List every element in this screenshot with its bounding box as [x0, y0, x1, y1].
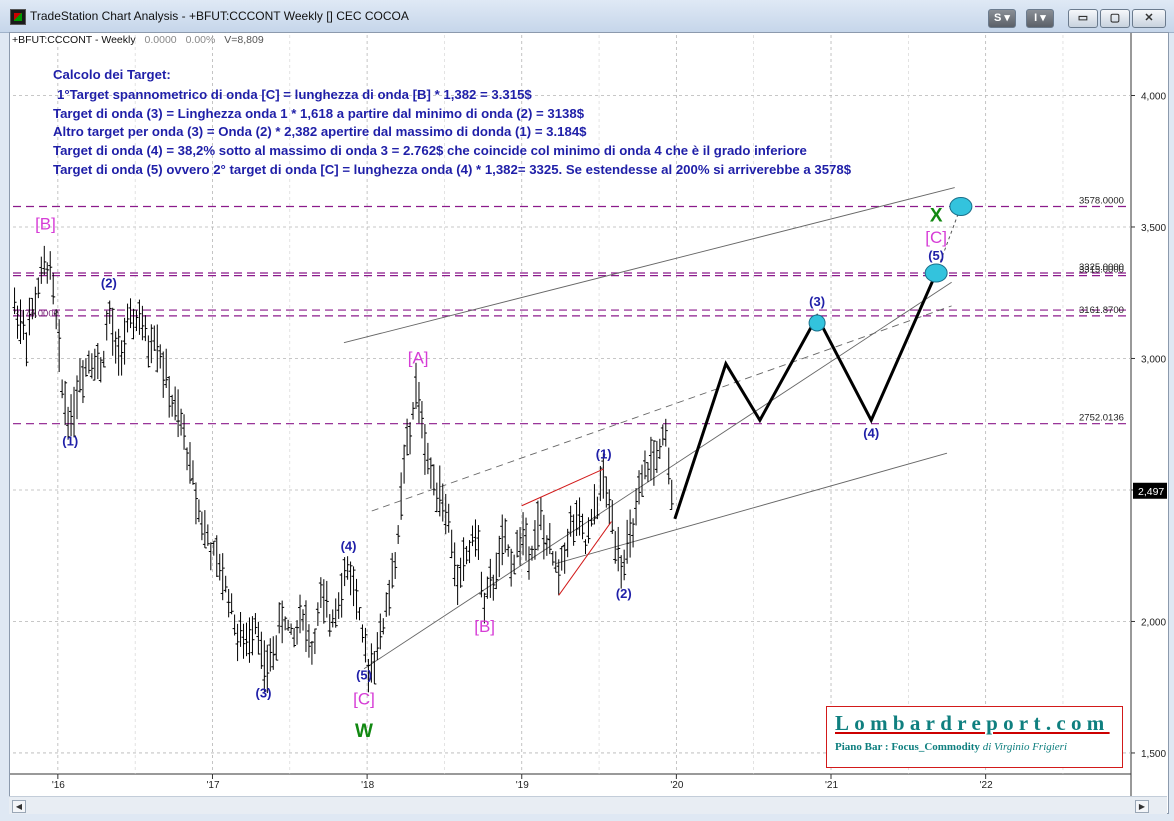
wedge-line — [558, 521, 612, 596]
minimize-button[interactable]: ▭ — [1068, 9, 1098, 28]
x-tick-label: '18 — [361, 780, 374, 791]
target-heading: Calcolo dei Target: — [53, 67, 171, 82]
x-tick-label: '16 — [52, 780, 65, 791]
target-level-label: 3578.0000 — [1079, 195, 1124, 206]
symbol-label: +BFUT:CCCONT - Weekly — [12, 34, 136, 46]
s-menu-button[interactable]: S ▾ — [988, 9, 1016, 28]
target-line-2: Target di onda (3) = Linghezza onda 1 * … — [53, 106, 585, 121]
wave-label: [B] — [474, 617, 495, 636]
wave-label: [C] — [925, 228, 947, 247]
wave-label: X — [930, 206, 943, 227]
volume-value: V=8,809 — [224, 34, 264, 46]
wave-label: (3) — [809, 294, 825, 309]
i-menu-button[interactable]: I ▾ — [1026, 9, 1054, 28]
wave-label: (4) — [341, 538, 357, 553]
y-tick-label: 1,500 — [1141, 749, 1166, 760]
x-tick-label: '20 — [670, 780, 683, 791]
target-level-label: 3161.8700 — [1079, 305, 1124, 316]
brand-author: di Virginio Frigieri — [982, 741, 1068, 753]
wave-label: (5) — [928, 248, 944, 263]
change-percent: 0.00% — [185, 34, 216, 46]
y-tick-label: 3,500 — [1141, 223, 1166, 234]
channel-line — [555, 452, 948, 565]
scroll-left-icon[interactable]: ◀ — [12, 800, 26, 813]
x-tick-label: '17 — [206, 780, 219, 791]
symbol-status-line: +BFUT:CCCONT - Weekly 0.0000 0.00% V=8,8… — [12, 34, 264, 46]
x-tick-label: '19 — [516, 780, 529, 791]
branding-box: Lombardreport.com Piano Bar : Focus_Comm… — [826, 706, 1123, 768]
wave-label: [C] — [353, 689, 375, 708]
x-tick-label: '21 — [825, 780, 838, 791]
wave-label: (2) — [101, 275, 117, 290]
channel-line — [343, 187, 955, 344]
scroll-right-icon[interactable]: ▶ — [1135, 800, 1149, 813]
wave-label: (2) — [616, 586, 632, 601]
x-tick-label: '22 — [980, 780, 993, 791]
target-circle — [924, 263, 948, 283]
target-line-5: Target di onda (5) ovvero 2° target di o… — [53, 162, 852, 177]
window-title: TradeStation Chart Analysis - +BFUT:CCCO… — [30, 9, 409, 23]
target-circle — [808, 314, 826, 332]
channel-line — [363, 281, 952, 670]
wedge-line — [521, 468, 604, 507]
y-tick-label: 4,000 — [1141, 91, 1166, 102]
last-price-label: 2,497 — [1138, 486, 1164, 498]
maximize-button[interactable]: ▢ — [1100, 9, 1130, 28]
target-line-4: Target di onda (4) = 38,2% sotto al mass… — [53, 143, 807, 158]
wave-label: (1) — [62, 433, 78, 448]
target-level-label: 3315.0000 — [1079, 265, 1124, 276]
wave-label: (3) — [256, 686, 272, 701]
change-value: 0.0000 — [144, 34, 177, 46]
target-line-1: 1°Target spannometrico di onda [C] = lun… — [57, 87, 532, 102]
title-bar: TradeStation Chart Analysis - +BFUT:CCCO… — [0, 0, 1174, 33]
wave-projection-line — [673, 272, 938, 520]
wave-label: (4) — [863, 425, 879, 440]
wave-label: [B] — [35, 215, 56, 234]
target-line-3: Altro target per onda (3) = Onda (2) * 2… — [53, 124, 587, 139]
price-bars — [12, 245, 674, 694]
app-icon — [10, 9, 26, 25]
horizontal-scrollbar[interactable]: ◀ ▶ — [9, 796, 1167, 814]
brand-subtitle-text: Piano Bar : Focus_Commodity — [835, 741, 980, 753]
wave-label: (5) — [356, 667, 372, 682]
brand-subtitle: Piano Bar : Focus_Commodity di Virginio … — [835, 741, 1067, 753]
brand-name: Lombardreport.com — [835, 711, 1110, 735]
y-tick-label: 2,000 — [1141, 617, 1166, 628]
wave-label: W — [355, 721, 373, 742]
target-level-label: 2752.0136 — [1079, 413, 1124, 424]
y-tick-label: 3,000 — [1141, 354, 1166, 365]
wave-label: (1) — [596, 446, 612, 461]
application-window: TradeStation Chart Analysis - +BFUT:CCCO… — [0, 0, 1174, 821]
target-circle — [949, 196, 973, 216]
close-button[interactable]: ✕ — [1132, 9, 1166, 28]
wave-label: [A] — [408, 349, 429, 368]
